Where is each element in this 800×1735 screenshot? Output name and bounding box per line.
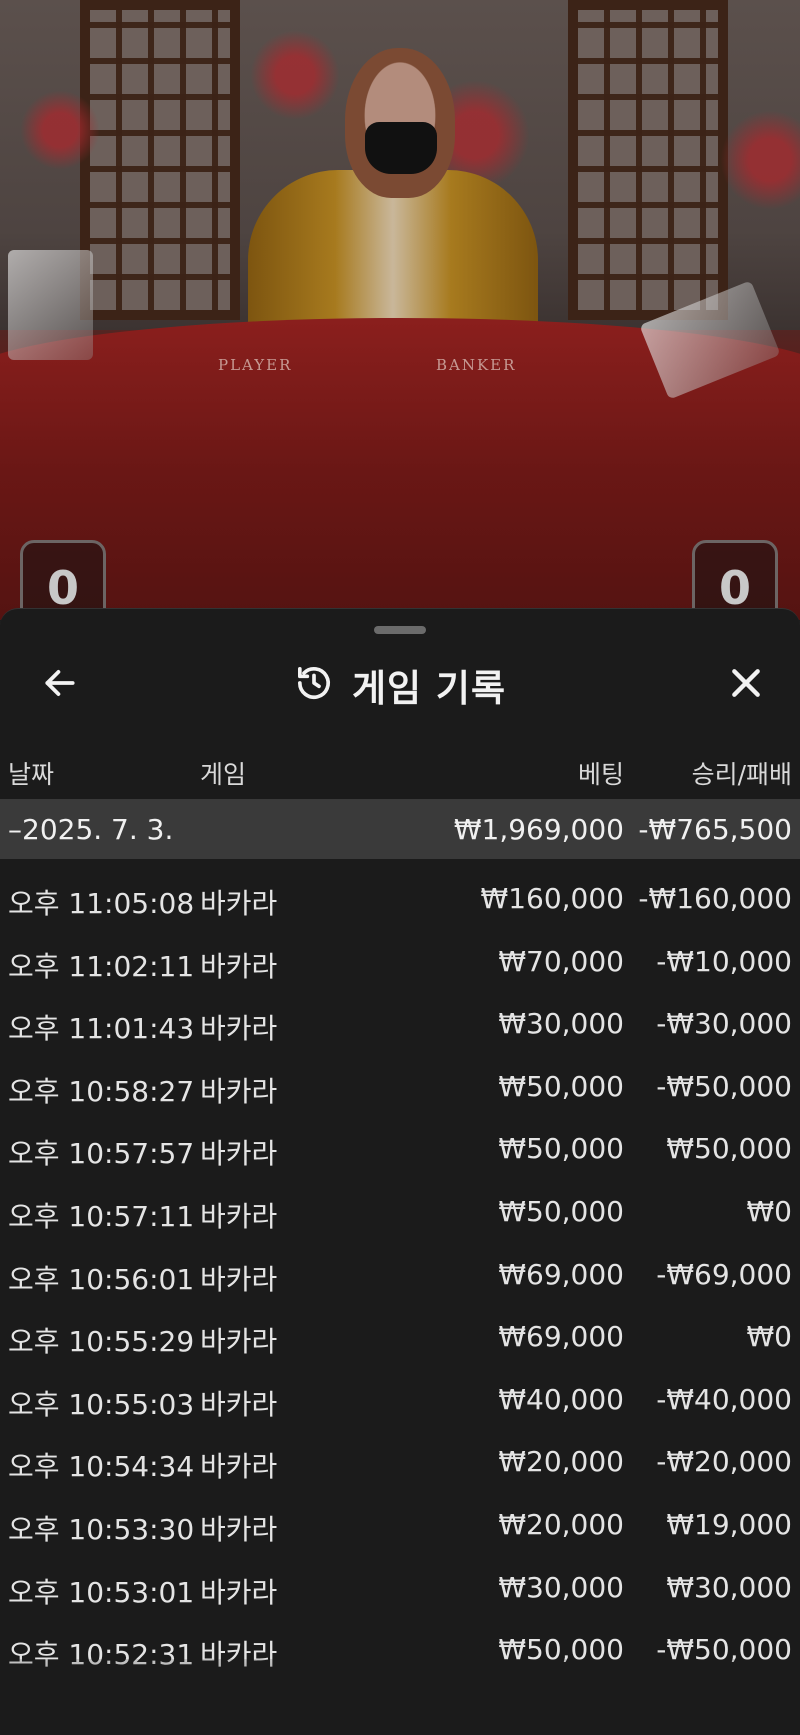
table-row[interactable]: 오후 11:01:43 바카라 ₩30,000 -₩30,000 [0,992,800,1055]
row-result: -₩20,000 [656,1445,792,1479]
row-game: 바카라 [200,1575,278,1609]
table-row[interactable]: 오후 10:56:01 바카라 ₩69,000 -₩69,000 [0,1243,800,1306]
row-time: 오후 10:53:01 [8,1575,195,1609]
row-result: -₩50,000 [656,1633,792,1667]
row-time: 오후 10:57:11 [8,1199,195,1233]
row-game: 바카라 [200,1074,278,1108]
table-row[interactable]: 오후 10:53:30 바카라 ₩20,000 ₩19,000 [0,1493,800,1556]
player-area-label: PLAYER [218,356,293,374]
row-result: ₩19,000 [666,1507,792,1541]
row-time: 오후 10:52:31 [8,1638,195,1672]
row-time: 오후 11:02:11 [8,949,195,983]
close-button[interactable] [716,655,776,715]
row-bet: ₩20,000 [498,1445,624,1479]
row-result: ₩50,000 [666,1132,792,1166]
dealer-mask [365,122,437,174]
row-result: ₩0 [746,1320,793,1354]
row-result: -₩40,000 [656,1382,792,1416]
row-bet: ₩69,000 [498,1320,624,1354]
row-result: ₩30,000 [666,1570,792,1604]
row-result: -₩69,000 [656,1257,792,1291]
row-time: 오후 10:56:01 [8,1262,195,1296]
row-game: 바카라 [200,1638,278,1672]
row-bet: ₩40,000 [498,1382,624,1416]
history-icon [294,663,334,707]
lattice-screen-left [80,0,240,320]
history-list: 오후 11:05:08 바카라 ₩160,000 -₩160,000 오후 11:02… [0,867,800,1681]
row-time: 오후 11:01:43 [8,1012,195,1046]
banker-area-label: BANKER [436,356,517,374]
row-time: 오후 10:55:03 [8,1387,195,1421]
row-time: 오후 10:54:34 [8,1450,195,1484]
table-row[interactable]: 오후 10:52:31 바카라 ₩50,000 -₩50,000 [0,1618,800,1681]
row-game: 바카라 [200,1450,278,1484]
row-bet: ₩69,000 [498,1257,624,1291]
sheet-title-group: 게임 기록 [0,649,800,721]
lattice-screen-right [568,0,728,320]
history-table-header: 날짜 게임 베팅 승리/패배 [0,743,800,793]
group-total-bet: ₩1,969,000 [453,813,624,846]
row-result: -₩30,000 [656,1007,792,1041]
row-bet: ₩50,000 [498,1633,624,1667]
row-bet: ₩50,000 [498,1194,624,1228]
row-game: 바카라 [200,1137,278,1171]
table-row[interactable]: 오후 10:58:27 바카라 ₩50,000 -₩50,000 [0,1055,800,1118]
close-icon [726,663,766,707]
row-bet: ₩30,000 [498,1007,624,1041]
sheet-title: 게임 기록 [351,667,507,710]
row-result: -₩160,000 [638,882,792,915]
group-total-result: -₩765,500 [638,813,792,846]
row-bet: ₩70,000 [498,944,624,978]
date-group-row[interactable]: –2025. 7. 3. ₩1,969,000 -₩765,500 [0,799,800,859]
arrow-left-icon [41,664,79,706]
row-bet: ₩30,000 [498,1570,624,1604]
row-game: 바카라 [200,1325,278,1359]
row-bet: ₩20,000 [498,1507,624,1541]
row-game: 바카라 [200,1012,278,1046]
sheet-drag-handle[interactable] [374,626,426,634]
table-row[interactable]: 오후 11:02:11 바카라 ₩70,000 -₩10,000 [0,930,800,993]
table-row[interactable]: 오후 10:54:34 바카라 ₩20,000 -₩20,000 [0,1430,800,1493]
row-time: 오후 10:57:57 [8,1137,195,1171]
row-game: 바카라 [200,1262,278,1296]
row-bet: ₩50,000 [498,1132,624,1166]
row-result: -₩50,000 [656,1069,792,1103]
table-row[interactable]: 오후 10:57:11 바카라 ₩50,000 ₩0 [0,1180,800,1243]
row-game: 바카라 [200,1199,278,1233]
row-result: ₩0 [746,1194,793,1228]
row-game: 바카라 [200,949,278,983]
column-header-bet: 베팅 [577,760,624,789]
table-row[interactable]: 오후 10:55:29 바카라 ₩69,000 ₩0 [0,1305,800,1368]
row-time: 오후 10:58:27 [8,1074,195,1108]
row-game: 바카라 [200,887,278,920]
back-button[interactable] [30,655,90,715]
row-game: 바카라 [200,1512,278,1546]
blossom-decoration [20,90,100,170]
group-date: –2025. 7. 3. [8,813,174,846]
table-row[interactable]: 오후 10:53:01 바카라 ₩30,000 ₩30,000 [0,1556,800,1619]
row-time: 오후 10:55:29 [8,1325,195,1359]
game-history-sheet: 게임 기록 날짜 게임 베팅 승리/패배 –2025. 7. 3. ₩1,969… [0,608,800,1735]
table-row[interactable]: 오후 10:57:57 바카라 ₩50,000 ₩50,000 [0,1117,800,1180]
column-header-result: 승리/패배 [691,760,792,789]
sheet-header: 게임 기록 [0,649,800,721]
card-tray-left [8,250,93,360]
table-row[interactable]: 오후 10:55:03 바카라 ₩40,000 -₩40,000 [0,1368,800,1431]
row-time: 오후 10:53:30 [8,1512,195,1546]
row-bet: ₩160,000 [480,882,624,915]
blossom-decoration [250,30,340,120]
row-time: 오후 11:05:08 [8,887,195,920]
live-video-stream: PLAYER BANKER 0 0 [0,0,800,620]
table-row[interactable]: 오후 11:05:08 바카라 ₩160,000 -₩160,000 [0,867,800,930]
column-header-game: 게임 [200,760,247,789]
row-game: 바카라 [200,1387,278,1421]
row-result: -₩10,000 [656,944,792,978]
row-bet: ₩50,000 [498,1069,624,1103]
column-header-date: 날짜 [8,760,55,789]
